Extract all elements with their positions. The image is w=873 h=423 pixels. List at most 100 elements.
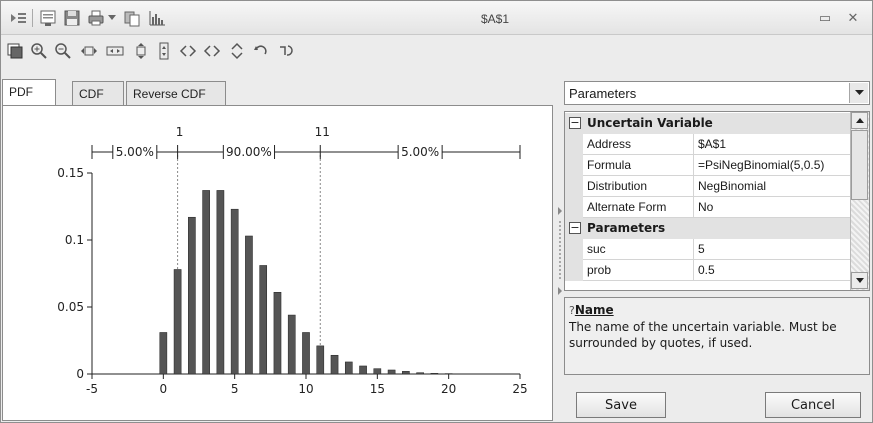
percentile-marker-label: 11: [315, 125, 330, 139]
property-value[interactable]: $A$1: [698, 137, 726, 151]
property-row-alternate-form[interactable]: Alternate Form No: [565, 197, 851, 218]
category-parameters[interactable]: − Parameters: [565, 218, 851, 239]
scroll-up-icon[interactable]: [851, 112, 868, 129]
pdf-bar: [302, 332, 310, 375]
y-tick-label: 0: [76, 367, 84, 381]
property-row-address[interactable]: Address $A$1: [565, 134, 851, 155]
pdf-bar: [416, 372, 424, 375]
pdf-bar: [387, 369, 396, 375]
splitter-handle[interactable]: [557, 207, 563, 295]
description-title: Name: [574, 303, 614, 317]
tab-pdf[interactable]: PDF: [2, 79, 56, 106]
pdf-bar: [344, 361, 353, 375]
property-value[interactable]: =PsiNegBinomial(5,0.5): [698, 158, 824, 172]
fit-width-icon[interactable]: [79, 41, 99, 61]
dropdown-arrow-icon[interactable]: [105, 8, 119, 28]
scroll-thumb[interactable]: [851, 130, 868, 200]
property-name: Alternate Form: [587, 200, 667, 214]
pdf-bar: [202, 190, 210, 375]
pdf-chart: 00.050.10.15-5 0 5 10 15 20 255.00% 90.00% 5.00%…: [57, 125, 527, 396]
save-button[interactable]: Save: [576, 392, 666, 418]
property-row-distribution[interactable]: Distribution NegBinomial: [565, 176, 851, 197]
pdf-bar: [430, 373, 439, 375]
property-grid-scrollbar[interactable]: [850, 112, 869, 290]
pdf-bar: [273, 292, 282, 375]
chart-icon[interactable]: [147, 8, 167, 28]
chevron-down-icon[interactable]: [849, 83, 868, 103]
property-grid: − Uncertain Variable Address $A$1 Formul…: [564, 111, 870, 291]
collapse-icon[interactable]: −: [569, 117, 581, 129]
x-tick-label: 25: [512, 382, 527, 396]
title-bar: $A$1 ▭ ✕: [1, 1, 872, 35]
percentile-band-label: 5.00%: [401, 145, 439, 159]
pdf-bar: [316, 345, 325, 375]
toolbar-divider: [32, 9, 33, 27]
move-right-icon[interactable]: [202, 41, 222, 61]
category-uncertain-variable[interactable]: − Uncertain Variable: [565, 113, 851, 134]
pdf-bar: [330, 354, 339, 375]
pdf-bar: [245, 235, 253, 375]
category-title: Parameters: [587, 221, 666, 235]
y-tick-label: 0.1: [65, 233, 84, 247]
collapse-icon[interactable]: −: [569, 222, 581, 234]
move-left-icon[interactable]: [178, 41, 198, 61]
category-title: Uncertain Variable: [587, 116, 713, 130]
zoom-out-icon[interactable]: [53, 41, 73, 61]
stretch-width-icon[interactable]: [105, 41, 125, 61]
pdf-bar: [402, 371, 410, 375]
property-value[interactable]: No: [698, 200, 713, 214]
print-icon[interactable]: [86, 8, 106, 28]
tab-reverse-cdf[interactable]: Reverse CDF: [126, 81, 226, 105]
percentile-band-label: 90.00%: [226, 145, 272, 159]
property-name: suc: [587, 242, 606, 256]
fit-height-icon[interactable]: [131, 41, 151, 61]
property-value[interactable]: 5: [698, 242, 705, 256]
chart-panel: 0 0.05 0.1 0.15 -5 0 5 10 15 20 25 5.00% 90.00% 5.00%…: [2, 105, 553, 421]
cancel-button[interactable]: Cancel: [765, 392, 861, 418]
zoom-in-icon[interactable]: [29, 41, 49, 61]
property-value[interactable]: 0.5: [698, 263, 715, 277]
pdf-bar: [230, 208, 239, 375]
pdf-bar: [359, 365, 367, 375]
pin-icon[interactable]: [9, 8, 29, 28]
description-text: The name of the uncertain variable. Must…: [569, 320, 837, 350]
property-row-prob[interactable]: prob 0.5: [565, 260, 851, 281]
minimize-icon[interactable]: ▭: [816, 10, 834, 26]
description-panel: ?Name The name of the uncertain variable…: [564, 297, 870, 375]
x-tick-label: 20: [441, 382, 456, 396]
pdf-bar: [259, 265, 268, 375]
y-tick-label: 0.15: [57, 166, 84, 180]
window: $A$1 ▭ ✕ PDF CDF Reverse CDF 0 0.05 0.1 …: [0, 0, 873, 423]
property-row-suc[interactable]: suc 5: [565, 239, 851, 260]
move-up-icon[interactable]: [227, 41, 247, 61]
report-icon[interactable]: [38, 8, 58, 28]
x-tick-label: 10: [298, 382, 313, 396]
property-row-formula[interactable]: Formula =PsiNegBinomial(5,0.5): [565, 155, 851, 176]
chart-toolbar: [1, 35, 872, 69]
copy-icon[interactable]: [122, 8, 142, 28]
x-tick-label: 0: [160, 382, 168, 396]
percentile-marker-label: 1: [176, 125, 184, 139]
x-tick-label: 15: [370, 382, 385, 396]
stretch-height-icon[interactable]: [154, 41, 174, 61]
pdf-bar: [216, 190, 225, 375]
property-name: Address: [587, 137, 632, 151]
scroll-down-icon[interactable]: [851, 272, 868, 289]
pdf-bar: [444, 373, 453, 375]
property-name: prob: [587, 263, 612, 277]
pdf-bar: [373, 368, 382, 375]
window-title: $A$1: [481, 12, 510, 26]
x-tick-label: 5: [231, 382, 239, 396]
property-value[interactable]: NegBinomial: [698, 179, 766, 193]
property-name: Distribution: [587, 179, 648, 193]
y-tick-label: 0.05: [57, 300, 84, 314]
tab-cdf[interactable]: CDF: [72, 81, 124, 105]
close-icon[interactable]: ✕: [844, 10, 862, 26]
move-down-icon[interactable]: [251, 41, 271, 61]
pdf-bar: [173, 269, 182, 375]
reset-view-icon[interactable]: [276, 41, 296, 61]
chart-options-icon[interactable]: [5, 41, 25, 61]
pdf-bar: [188, 216, 196, 375]
parameters-dropdown[interactable]: Parameters: [564, 81, 870, 105]
save-icon[interactable]: [62, 8, 82, 28]
